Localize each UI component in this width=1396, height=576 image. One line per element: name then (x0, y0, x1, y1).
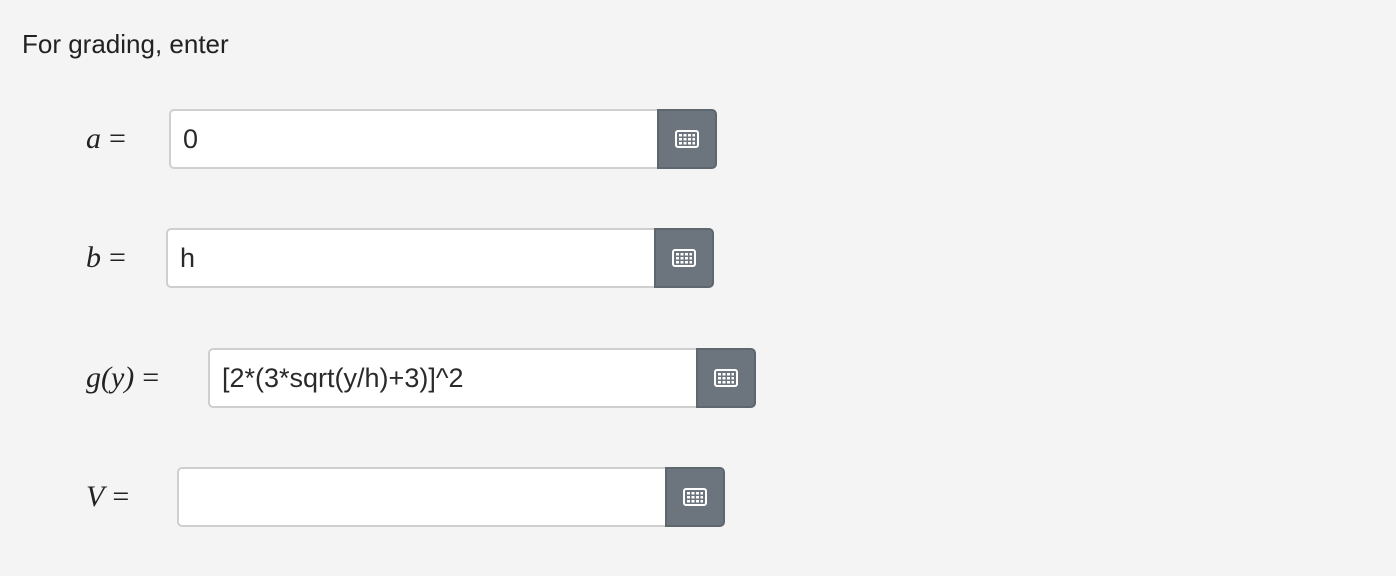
field-row-v: V = (0, 467, 1396, 527)
field-row-g: g(y) = (0, 348, 1396, 408)
math-label-v: V = (86, 467, 129, 527)
input-group-v (177, 467, 725, 527)
math-keyboard-button-b[interactable] (654, 228, 714, 288)
var-g: g(y) (86, 361, 135, 394)
equals-sign: = (109, 241, 126, 274)
math-keyboard-button-v[interactable] (665, 467, 725, 527)
field-row-b: b = (0, 228, 1396, 288)
equals-sign: = (109, 122, 126, 155)
keyboard-grid-icon (672, 249, 696, 267)
answer-input-v[interactable] (177, 467, 665, 527)
equals-sign: = (142, 361, 160, 394)
answer-input-a[interactable] (169, 109, 657, 169)
math-label-a: a = (86, 109, 126, 169)
math-keyboard-button-g[interactable] (696, 348, 756, 408)
var-b: b (86, 241, 101, 274)
keyboard-grid-icon (714, 369, 738, 387)
input-group-g (208, 348, 756, 408)
keyboard-grid-icon (675, 130, 699, 148)
input-group-a (169, 109, 717, 169)
grading-prompt: For grading, enter (22, 29, 229, 59)
field-row-a: a = (0, 109, 1396, 169)
answer-input-g[interactable] (208, 348, 696, 408)
math-keyboard-button-a[interactable] (657, 109, 717, 169)
var-v: V (86, 480, 105, 513)
math-label-g: g(y) = (86, 348, 159, 408)
input-group-b (166, 228, 714, 288)
keyboard-grid-icon (683, 488, 707, 506)
math-label-b: b = (86, 228, 126, 288)
var-a: a (86, 122, 101, 155)
equals-sign: = (112, 480, 130, 513)
answer-input-b[interactable] (166, 228, 654, 288)
